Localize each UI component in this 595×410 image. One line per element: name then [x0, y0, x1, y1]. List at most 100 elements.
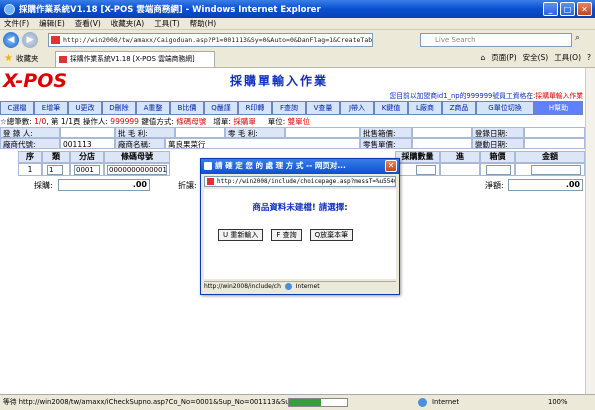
address-toolbar: ◀ ▶ http://win2008/tw/amaxx/Caigoduan.as…	[0, 30, 595, 50]
type-input[interactable]: 1	[47, 165, 63, 175]
login-date-field[interactable]	[524, 127, 585, 138]
amount-input[interactable]	[531, 165, 581, 175]
query-button[interactable]: F 查詢	[271, 229, 302, 241]
fn-button-vendor[interactable]: L廠商	[408, 101, 442, 115]
status-text: 等待 http://win2008/tw/amaxx/iCheckSupno.a…	[3, 398, 322, 406]
cell-qty	[395, 163, 440, 176]
favorites-label[interactable]: 收藏夹	[16, 53, 39, 64]
unit-value: 雙單位	[287, 117, 311, 126]
total-label: ☆總筆數:	[0, 117, 32, 126]
home-icon[interactable]: ⌂	[480, 53, 485, 62]
cell-seq: 1	[18, 163, 42, 176]
statusbar: 等待 http://win2008/tw/amaxx/iCheckSupno.a…	[0, 394, 595, 410]
branch-input[interactable]: 0001	[74, 165, 100, 175]
menu-view[interactable]: 查看(V)	[75, 18, 101, 29]
net-total: .00	[508, 179, 583, 191]
menu-edit[interactable]: 编辑(E)	[39, 18, 65, 29]
close-button[interactable]: ✕	[577, 2, 592, 16]
retail-price-label: 零售單價:	[360, 138, 412, 149]
menu-tools[interactable]: 工具(T)	[154, 18, 179, 29]
box-price-input[interactable]	[486, 165, 511, 175]
progress-fill	[289, 399, 321, 406]
col-box-price: 箱價	[480, 151, 515, 163]
col-type: 類	[42, 151, 70, 163]
help-icon[interactable]: ?	[587, 53, 591, 62]
change-date-field[interactable]	[524, 138, 585, 149]
address-input[interactable]: http://win2008/tw/amaxx/Caigoduan.asp?P1…	[48, 33, 373, 47]
internet-zone-icon	[418, 398, 427, 407]
fn-button-update[interactable]: U更改	[68, 101, 102, 115]
batch-profit-field[interactable]	[175, 127, 225, 138]
keymode-value: 條碼母號	[176, 117, 207, 126]
dialog-statusbar: http://win2008/include/ch Internet	[204, 281, 396, 292]
registrar-label: 登 錄 人:	[0, 127, 60, 138]
vendor-code-label: 廠商代號:	[0, 138, 60, 149]
abandon-button[interactable]: Q放棄本筆	[309, 229, 354, 241]
cell-barcode: 0000000000001	[104, 163, 170, 176]
reenter-button[interactable]: U 重新輸入	[218, 229, 264, 241]
search-icon[interactable]: ⌕	[575, 33, 589, 47]
favorites-star-icon[interactable]: ★	[4, 53, 13, 64]
menu-file[interactable]: 文件(F)	[4, 18, 29, 29]
menu-favorites[interactable]: 收藏夹(A)	[111, 18, 144, 29]
fn-button-compare[interactable]: B比價	[170, 101, 204, 115]
fn-button-strict[interactable]: Q嚴謹	[204, 101, 238, 115]
cell-branch: 0001	[70, 163, 104, 176]
dialog-close-button[interactable]: ✕	[385, 160, 397, 172]
fn-button-key[interactable]: K鍵值	[374, 101, 408, 115]
page-icon	[51, 36, 60, 44]
notice-prefix: 您目前以加盟商id1_np的999999號員工資格在:	[389, 92, 536, 100]
fn-button-select[interactable]: C選檔	[0, 101, 34, 115]
login-date-label: 登錄日期:	[472, 127, 524, 138]
fn-button-print[interactable]: R印轉	[238, 101, 272, 115]
qty-input[interactable]	[416, 165, 436, 175]
xpos-logo: X-POS	[3, 70, 68, 92]
dialog-message: 商品資料未建檔! 請選擇:	[252, 203, 348, 213]
cell-box-price	[480, 163, 515, 176]
menu-bar: 文件(F) 编辑(E) 查看(V) 收藏夹(A) 工具(T) 帮助(H)	[0, 18, 595, 30]
search-input[interactable]: Live Search	[420, 33, 572, 47]
forward-icon[interactable]: ▶	[22, 32, 38, 48]
back-icon[interactable]: ◀	[3, 32, 19, 48]
fn-button-unit-switch[interactable]: G單位切換	[476, 101, 534, 115]
batch-box-field[interactable]	[412, 127, 472, 138]
tool-safety[interactable]: 安全(S)	[523, 52, 549, 63]
registrar-field[interactable]	[60, 127, 115, 138]
address-url: http://win2008/tw/amaxx/Caigoduan.asp?P1…	[63, 36, 373, 44]
vertical-scrollbar[interactable]	[585, 68, 595, 394]
dialog-address: http://win2008/include/choicepage.asp?me…	[204, 176, 396, 187]
menu-help[interactable]: 帮助(H)	[190, 18, 217, 29]
retail-price-field[interactable]	[412, 138, 472, 149]
unit-label: 單位:	[267, 117, 286, 126]
retail-profit-field[interactable]	[285, 127, 360, 138]
fn-button-import[interactable]: J帶入	[340, 101, 374, 115]
function-button-row: C選檔 E增筆 U更改 D刪除 A重整 B比價 Q嚴謹 R印轉 F查詢 V查量 …	[0, 101, 585, 115]
fn-button-refresh[interactable]: A重整	[136, 101, 170, 115]
tool-tools[interactable]: 工具(O)	[554, 52, 581, 63]
dialog-titlebar: 請 確 定 您 的 處 理 方 式 -- 网页对... ✕	[201, 159, 399, 174]
col-amount: 金額	[515, 151, 585, 163]
fn-button-quantity[interactable]: V查量	[306, 101, 340, 115]
zoom-level[interactable]: 100%	[548, 395, 567, 409]
browser-tab[interactable]: 採購作業系統V1.18 [X-POS 雲端商務網]	[55, 51, 215, 67]
minimize-button[interactable]: _	[543, 2, 558, 16]
retail-profit-label: 零 毛 利:	[225, 127, 285, 138]
fn-button-product[interactable]: Z商品	[442, 101, 476, 115]
fn-button-help[interactable]: H幫助	[534, 101, 583, 115]
ie-logo-icon	[4, 3, 15, 15]
total-value: 1/0	[34, 117, 47, 126]
purchase-label: 採購:	[34, 181, 53, 190]
fn-button-add[interactable]: E增筆	[34, 101, 68, 115]
tool-page[interactable]: 页面(P)	[491, 52, 516, 63]
dialog-icon	[204, 162, 212, 170]
vendor-name-label: 廠商名稱:	[115, 138, 165, 149]
barcode-input[interactable]: 0000000000001	[107, 165, 167, 175]
operator-label: 操作人:	[82, 117, 108, 126]
vendor-code-field[interactable]: 001113	[60, 138, 115, 149]
fn-button-delete[interactable]: D刪除	[102, 101, 136, 115]
maximize-button[interactable]: □	[560, 2, 575, 16]
dialog-status-url: http://win2008/include/ch	[204, 283, 281, 290]
batch-profit-label: 批 毛 利:	[115, 127, 175, 138]
vendor-name-field[interactable]: 萬良果菜行	[165, 138, 360, 149]
fn-button-query[interactable]: F查詢	[272, 101, 306, 115]
